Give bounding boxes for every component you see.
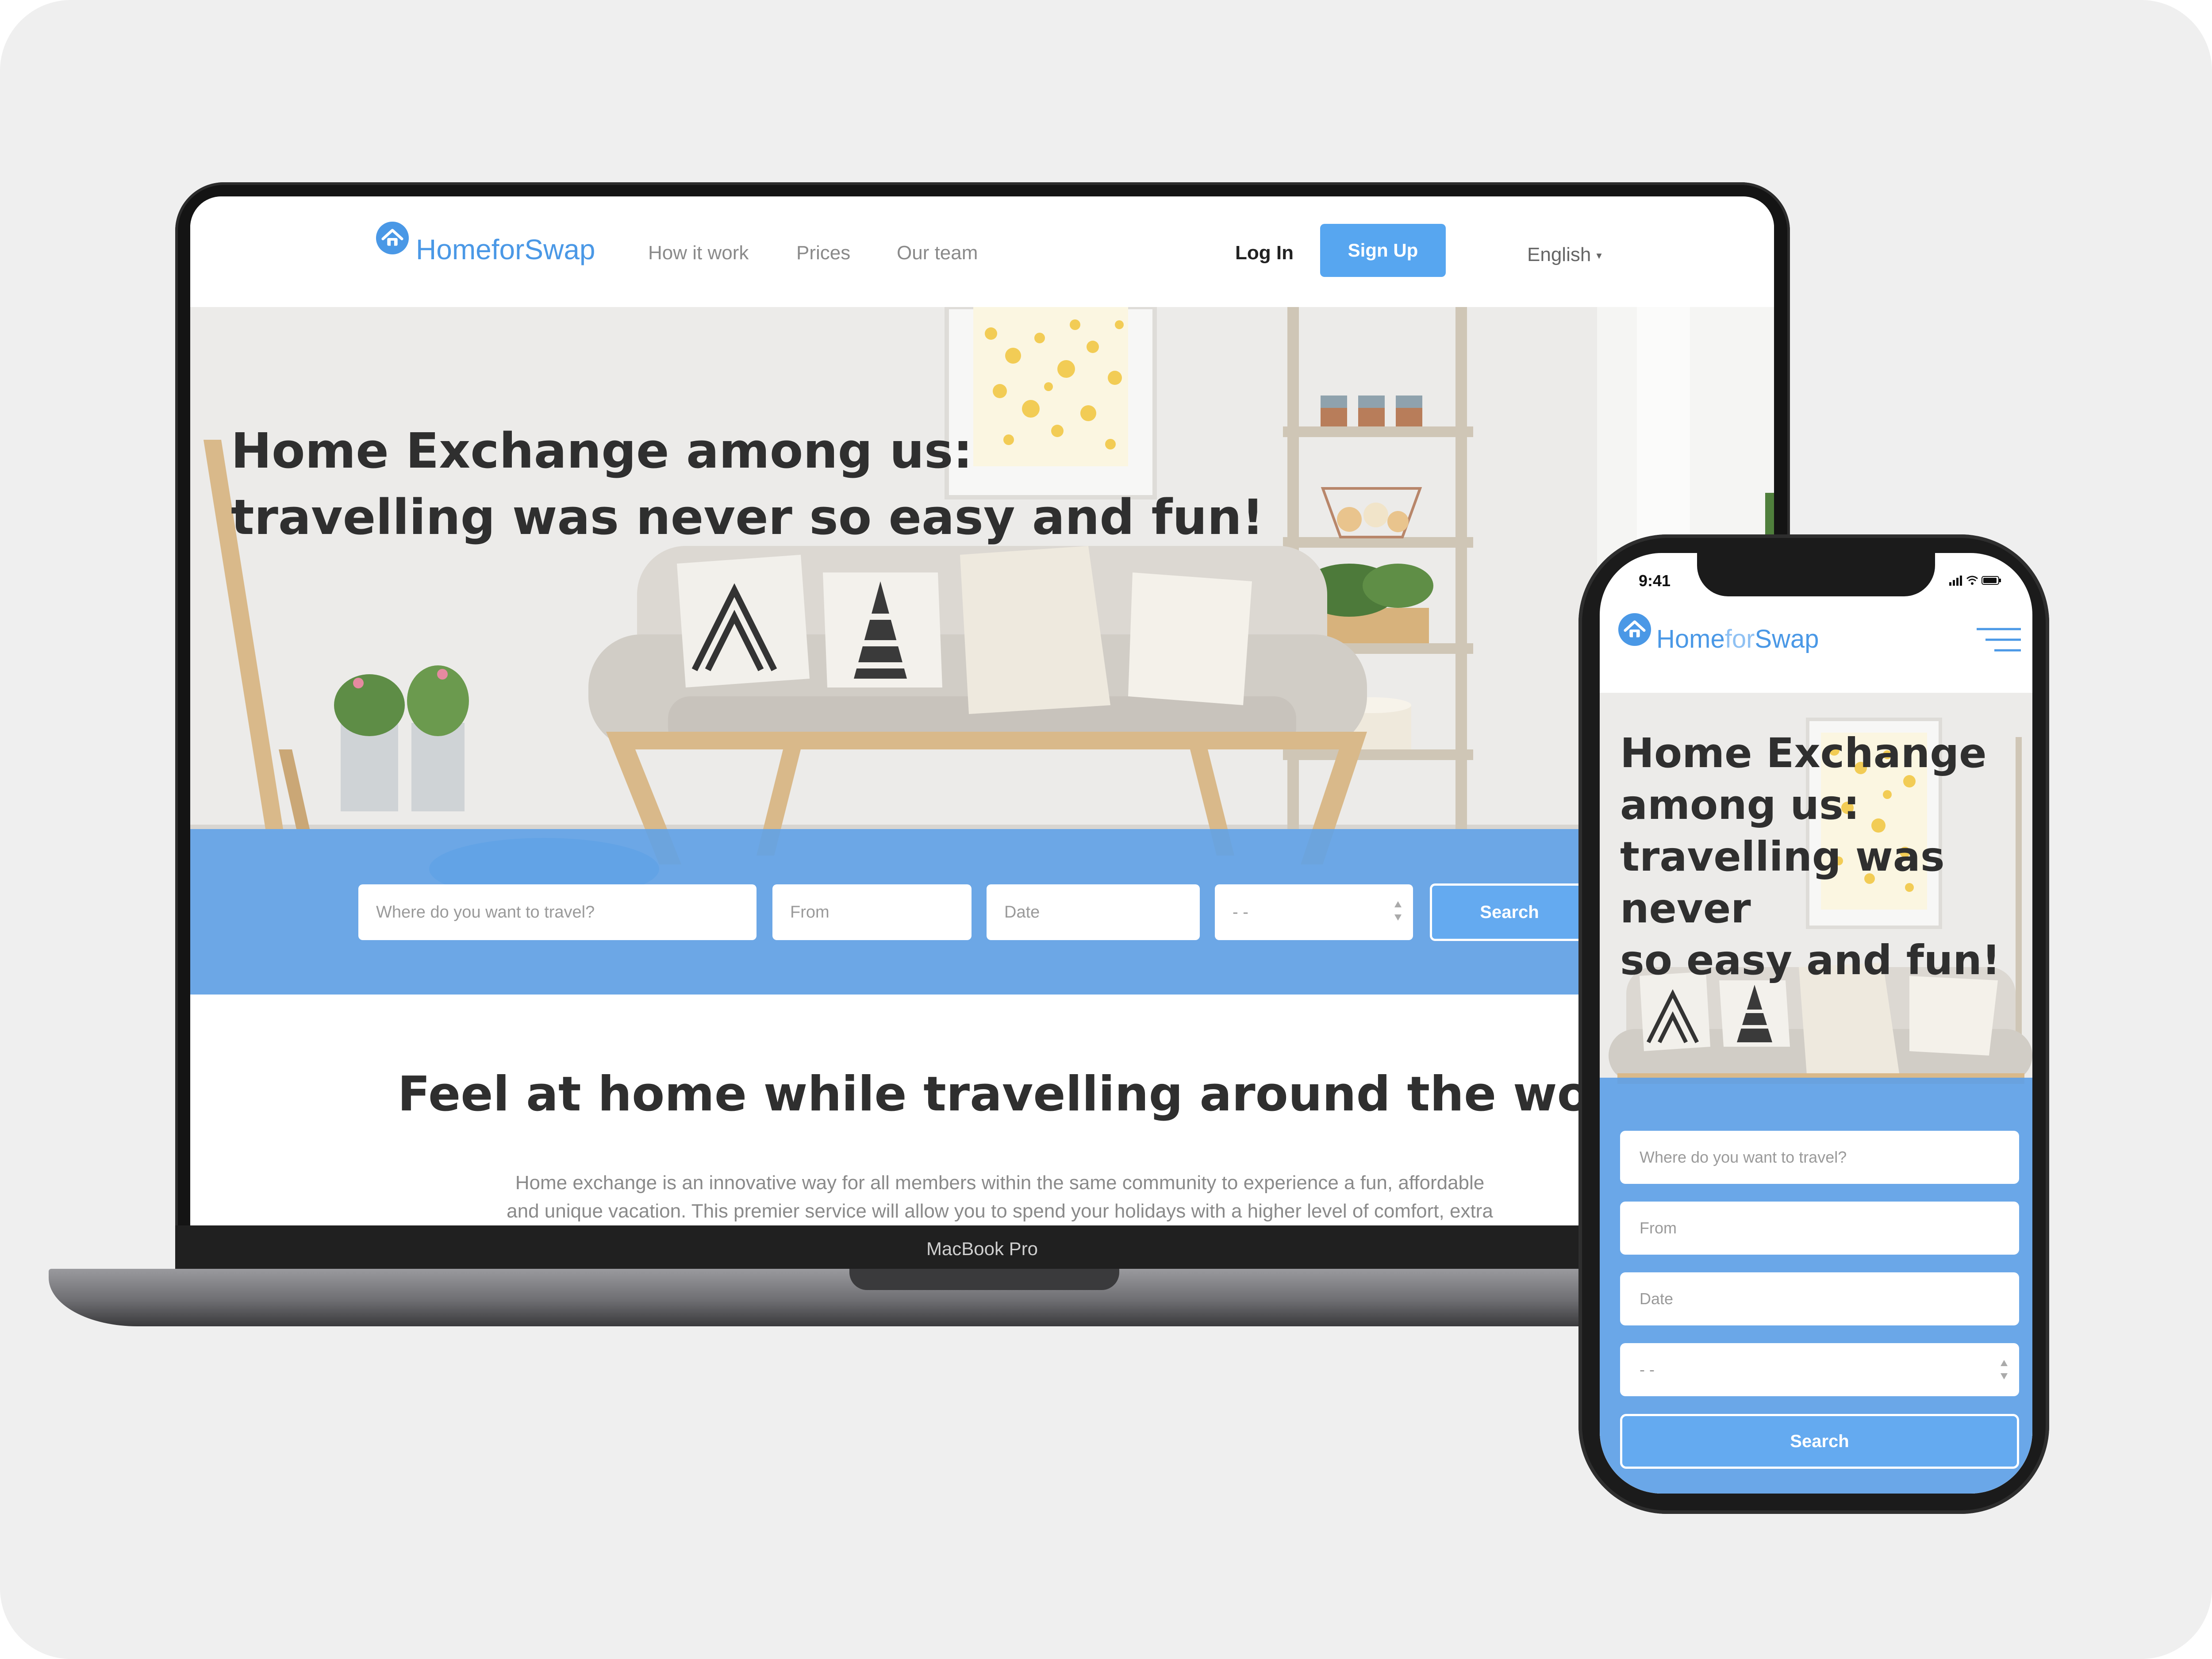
brand-name-for: for (1724, 625, 1755, 653)
stepper-arrows-icon (1394, 901, 1402, 921)
status-time: 9:41 (1639, 572, 1671, 590)
section-paragraph: Home exchange is an innovative way for a… (438, 1169, 1562, 1225)
section-paragraph-line-2: and unique vacation. This premier servic… (507, 1200, 1493, 1222)
phone-headline-line-2: among us: (1620, 781, 1860, 829)
date-input[interactable]: Date (987, 884, 1200, 940)
laptop-hinge-notch (849, 1269, 1119, 1290)
hero-headline-line-1: Home Exchange among us: (231, 422, 973, 479)
login-link[interactable]: Log In (1235, 240, 1294, 266)
phone-headline-line-1: Home Exchange (1620, 730, 1987, 777)
guests-value: - - (1233, 903, 1248, 922)
mockup-background: HomeforSwap How it work Prices Our team … (0, 0, 2212, 1659)
guests-select[interactable]: - - (1215, 884, 1413, 940)
brand-name-home: Home (1656, 625, 1725, 653)
hamburger-menu-icon[interactable] (1977, 625, 2021, 656)
phone-from-input[interactable]: From (1620, 1202, 2019, 1255)
nav-link-how-it-works[interactable]: How it work (648, 240, 749, 266)
brand-name-swap: Swap (524, 234, 595, 265)
brand-name-for: for (491, 234, 525, 265)
phone-headline-line-4: so easy and fun! (1620, 937, 2001, 984)
phone-screen: 9:41 HomeforSwap Home Exchange among us:… (1600, 553, 2032, 1494)
caret-down-icon: ▾ (1596, 250, 1602, 262)
hero-headline-line-2: travelling was never so easy and fun! (231, 489, 1264, 545)
hero-headline: Home Exchange among us: travelling was n… (231, 418, 1381, 550)
phone-search-button[interactable]: Search (1620, 1414, 2019, 1469)
home-icon (1618, 613, 1651, 646)
nav-link-prices[interactable]: Prices (796, 240, 850, 266)
phone-guests-select[interactable]: - - (1620, 1343, 2019, 1396)
brand-logo[interactable]: HomeforSwap (1656, 624, 1819, 655)
language-label: English (1527, 244, 1591, 265)
section-title: Feel at home while travelling around the… (397, 1067, 1664, 1122)
phone-destination-input[interactable]: Where do you want to travel? (1620, 1131, 2019, 1184)
laptop-model-label: MacBook Pro (926, 1238, 1038, 1259)
search-button[interactable]: Search (1430, 883, 1589, 941)
phone-guests-value: - - (1640, 1360, 1655, 1379)
phone-headline-line-3: travelling was never (1620, 833, 1945, 932)
home-icon (376, 221, 409, 255)
from-input[interactable]: From (772, 884, 972, 940)
signal-icon (1949, 576, 1962, 586)
phone-date-input[interactable]: Date (1620, 1272, 2019, 1325)
section-paragraph-line-1: Home exchange is an innovative way for a… (515, 1172, 1485, 1194)
language-select[interactable]: English ▾ (1527, 242, 1602, 269)
brand-name-swap: Swap (1755, 625, 1819, 653)
nav-link-our-team[interactable]: Our team (897, 240, 978, 266)
destination-input[interactable]: Where do you want to travel? (358, 884, 757, 940)
status-icons (1949, 576, 2001, 586)
phone-hero-headline: Home Exchange among us: travelling was n… (1620, 727, 2018, 986)
brand-logo[interactable]: HomeforSwap (416, 232, 595, 267)
battery-icon (1982, 576, 2001, 585)
hero-section: Home Exchange among us: travelling was n… (190, 307, 1774, 995)
brand-name-home: Home (416, 234, 492, 265)
signup-button[interactable]: Sign Up (1320, 224, 1446, 277)
stepper-arrows-icon (2001, 1360, 2008, 1379)
wifi-icon (1966, 576, 1978, 582)
laptop-screen: HomeforSwap How it work Prices Our team … (190, 196, 1774, 1226)
laptop-navbar: HomeforSwap How it work Prices Our team … (190, 196, 1774, 307)
phone-notch (1697, 553, 1935, 596)
